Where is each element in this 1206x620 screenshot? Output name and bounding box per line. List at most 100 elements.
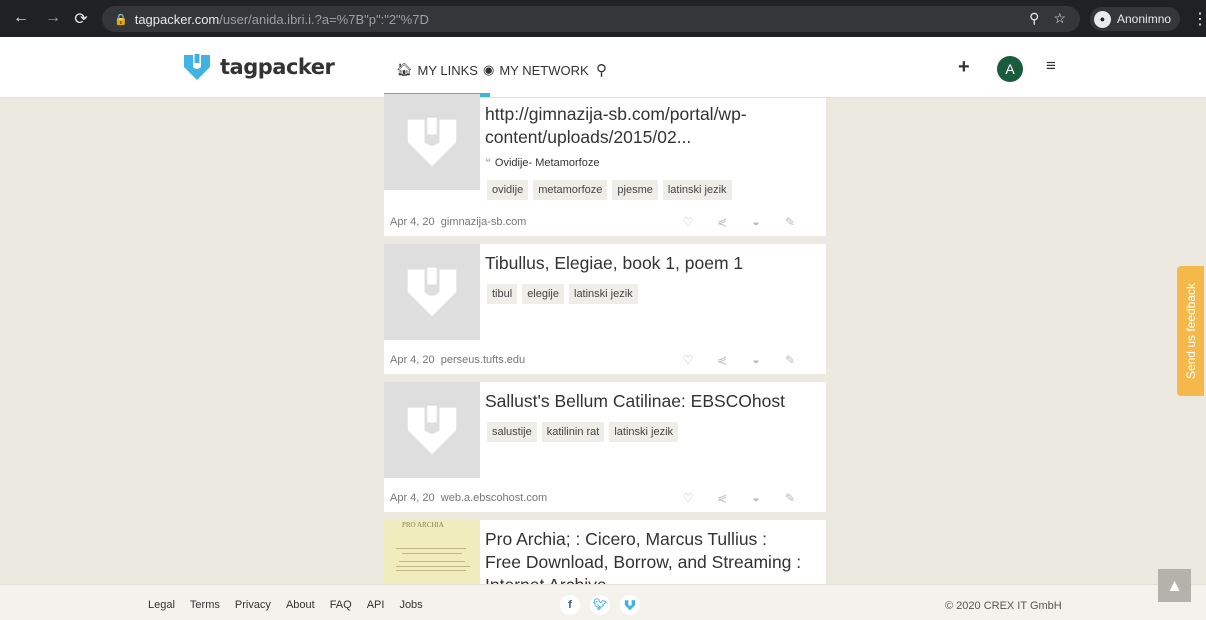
footer-link-faq[interactable]: FAQ bbox=[330, 599, 352, 611]
edit-icon[interactable]: ✎ bbox=[784, 491, 796, 505]
address-bar[interactable]: 🔒 tagpacker.com /user/anida.ibri.i.?a=%7… bbox=[102, 6, 1080, 32]
card-date: Apr 4, 20 bbox=[390, 354, 435, 366]
feedback-button[interactable]: Send us feedback bbox=[1177, 266, 1204, 396]
avatar[interactable]: A bbox=[997, 56, 1023, 82]
profile-name: Anonimno bbox=[1117, 12, 1172, 26]
footer-link-privacy[interactable]: Privacy bbox=[235, 599, 271, 611]
card-quote: ❝ Ovidije- Metamorfoze bbox=[485, 157, 600, 169]
card-thumbnail: PRO ARCHIA bbox=[384, 520, 480, 584]
card-actions: ♡ ⋞ ◒ ✎ bbox=[682, 491, 796, 505]
link-card[interactable]: http://gimnazija-sb.com/portal/wp-conten… bbox=[384, 94, 826, 236]
footer: Legal Terms Privacy About FAQ API Jobs f… bbox=[0, 584, 1206, 620]
url-host: tagpacker.com bbox=[134, 11, 220, 27]
tag[interactable]: katilinin rat bbox=[541, 422, 605, 442]
card-title[interactable]: Tibullus, Elegiae, book 1, poem 1 bbox=[485, 252, 805, 275]
logo[interactable]: tagpacker bbox=[182, 52, 335, 82]
share-icon[interactable]: ⋞ bbox=[716, 491, 728, 505]
tagpacker-icon[interactable] bbox=[620, 595, 640, 615]
tag[interactable]: elegije bbox=[522, 284, 564, 304]
visibility-icon[interactable]: ◒ bbox=[750, 491, 762, 505]
zoom-icon[interactable]: ⚲ bbox=[1029, 10, 1039, 27]
placeholder-logo-icon bbox=[407, 117, 457, 167]
like-icon[interactable]: ♡ bbox=[682, 353, 694, 367]
card-domain[interactable]: web.a.ebscohost.com bbox=[441, 492, 547, 504]
visibility-icon[interactable]: ◒ bbox=[750, 353, 762, 367]
tag-list: salustije katilinin rat latinski jezik bbox=[487, 422, 679, 442]
link-card[interactable]: Tibullus, Elegiae, book 1, poem 1 tibul … bbox=[384, 244, 826, 374]
placeholder-logo-icon bbox=[407, 405, 457, 455]
tag[interactable]: metamorfoze bbox=[533, 180, 608, 200]
card-title[interactable]: http://gimnazija-sb.com/portal/wp-conten… bbox=[485, 103, 805, 149]
tab-label: MY NETWORK bbox=[499, 62, 589, 78]
search-icon[interactable]: ⚲ bbox=[596, 61, 607, 79]
card-actions: ♡ ⋞ ◒ ✎ bbox=[682, 353, 796, 367]
footer-link-about[interactable]: About bbox=[286, 599, 315, 611]
card-thumbnail bbox=[384, 94, 480, 190]
profile-button[interactable]: ● Anonimno bbox=[1090, 7, 1181, 31]
card-date: Apr 4, 20 bbox=[390, 216, 435, 228]
card-meta: Apr 4, 20 perseus.tufts.edu bbox=[390, 354, 525, 366]
like-icon[interactable]: ♡ bbox=[682, 215, 694, 229]
card-date: Apr 4, 20 bbox=[390, 492, 435, 504]
social-links: f 🐦︎ bbox=[560, 595, 640, 615]
tag[interactable]: latinski jezik bbox=[609, 422, 679, 442]
tag[interactable]: tibul bbox=[487, 284, 518, 304]
copyright: © 2020 CREX IT GmbH bbox=[945, 600, 1062, 612]
home-icon: 🏠︎ bbox=[396, 62, 413, 77]
card-domain[interactable]: perseus.tufts.edu bbox=[441, 354, 525, 366]
lock-icon: 🔒 bbox=[114, 13, 128, 26]
feedback-label: Send us feedback bbox=[1183, 282, 1198, 380]
card-title[interactable]: Pro Archia; : Cicero, Marcus Tullius : F… bbox=[485, 528, 805, 584]
tag-list: tibul elegije latinski jezik bbox=[487, 284, 638, 304]
edit-icon[interactable]: ✎ bbox=[784, 215, 796, 229]
footer-link-api[interactable]: API bbox=[367, 599, 385, 611]
card-actions: ♡ ⋞ ◒ ✎ bbox=[682, 215, 796, 229]
hamburger-menu-icon[interactable]: ≡ bbox=[1046, 56, 1056, 76]
browser-toolbar: ← → ⟳ 🔒 tagpacker.com /user/anida.ibri.i… bbox=[0, 0, 1206, 37]
scroll-to-top-button[interactable]: ▲ bbox=[1158, 569, 1191, 602]
card-meta: Apr 4, 20 gimnazija-sb.com bbox=[390, 216, 526, 228]
card-title[interactable]: Sallust's Bellum Catilinae: EBSCOhost bbox=[485, 390, 805, 413]
thumb-caption: PRO ARCHIA bbox=[402, 521, 444, 529]
tag-list: ovidije metamorfoze pjesme latinski jezi… bbox=[487, 180, 732, 200]
visibility-icon[interactable]: ◒ bbox=[750, 215, 762, 229]
like-icon[interactable]: ♡ bbox=[682, 491, 694, 505]
tagpacker-logo-icon bbox=[184, 54, 210, 80]
logo-text: tagpacker bbox=[220, 55, 335, 79]
tab-my-network[interactable]: ◉ MY NETWORK bbox=[483, 62, 589, 78]
add-link-button[interactable]: + bbox=[958, 56, 970, 79]
card-domain[interactable]: gimnazija-sb.com bbox=[441, 216, 527, 228]
card-thumbnail bbox=[384, 382, 480, 478]
tag[interactable]: ovidije bbox=[487, 180, 529, 200]
app-header: tagpacker 🏠︎ MY LINKS ◉ MY NETWORK ⚲ + A… bbox=[0, 37, 1206, 98]
footer-link-terms[interactable]: Terms bbox=[190, 599, 220, 611]
card-meta: Apr 4, 20 web.a.ebscohost.com bbox=[390, 492, 547, 504]
placeholder-logo-icon bbox=[407, 267, 457, 317]
tag[interactable]: latinski jezik bbox=[569, 284, 638, 304]
share-icon[interactable]: ⋞ bbox=[716, 215, 728, 229]
url-path: /user/anida.ibri.i.?a=%7B"p":"2"%7D bbox=[219, 11, 429, 27]
quote-icon: ❝ bbox=[485, 157, 491, 169]
forward-icon[interactable]: → bbox=[42, 9, 64, 27]
share-icon[interactable]: ⋞ bbox=[716, 353, 728, 367]
tag[interactable]: pjesme bbox=[612, 180, 658, 200]
tab-label: MY LINKS bbox=[417, 62, 478, 78]
link-card[interactable]: PRO ARCHIA Pro Archia; : Cicero, Marcus … bbox=[384, 520, 826, 584]
globe-icon: ◉ bbox=[483, 62, 495, 77]
back-icon[interactable]: ← bbox=[10, 9, 32, 27]
footer-link-legal[interactable]: Legal bbox=[148, 599, 175, 611]
footer-links: Legal Terms Privacy About FAQ API Jobs bbox=[148, 599, 423, 611]
footer-link-jobs[interactable]: Jobs bbox=[399, 599, 422, 611]
link-card[interactable]: Sallust's Bellum Catilinae: EBSCOhost sa… bbox=[384, 382, 826, 512]
browser-menu-icon[interactable]: ⋮ bbox=[1192, 9, 1206, 29]
tag[interactable]: salustije bbox=[487, 422, 537, 442]
tag[interactable]: latinski jezik bbox=[662, 180, 732, 200]
card-thumbnail bbox=[384, 244, 480, 340]
twitter-icon[interactable]: 🐦︎ bbox=[590, 595, 610, 615]
facebook-icon[interactable]: f bbox=[560, 595, 580, 615]
reload-icon[interactable]: ⟳ bbox=[70, 9, 92, 29]
edit-icon[interactable]: ✎ bbox=[784, 353, 796, 367]
tab-my-links[interactable]: 🏠︎ MY LINKS bbox=[384, 62, 490, 97]
star-icon[interactable]: ☆ bbox=[1053, 10, 1066, 27]
incognito-icon: ● bbox=[1094, 10, 1111, 28]
